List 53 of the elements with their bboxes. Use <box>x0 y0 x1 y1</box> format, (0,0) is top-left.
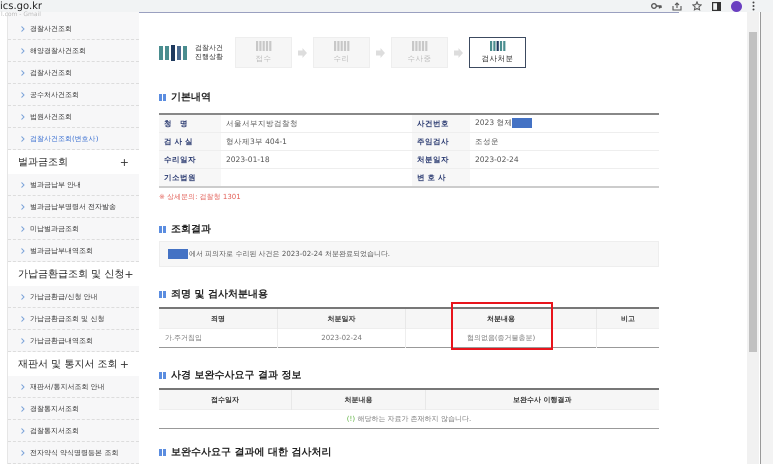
section-heading: 사경 보완수사요구 결과 정보 <box>171 369 302 382</box>
scrollbar[interactable] <box>747 12 759 464</box>
bars-icon <box>334 41 350 51</box>
chevron-icon <box>21 384 25 390</box>
bars-icon <box>490 41 506 51</box>
chevron-icon <box>21 226 25 232</box>
share-icon[interactable] <box>672 2 682 10</box>
avatar-icon[interactable] <box>731 0 742 12</box>
sidebar-group-header[interactable]: 재판서 및 통지서 조회 + <box>8 352 139 376</box>
heading-icon <box>159 448 166 456</box>
chevron-icon <box>21 450 25 456</box>
group-title: 벌과금조회 <box>18 156 68 169</box>
chevron-icon <box>21 26 25 32</box>
heading-icon <box>159 226 166 232</box>
heading-icon <box>159 290 166 298</box>
sidebar-group-header[interactable]: 벌과금조회 + <box>8 150 139 174</box>
chevron-icon <box>21 406 25 412</box>
chevron-icon <box>21 248 25 254</box>
group-title: 재판서 및 통지서 조회 <box>18 358 118 371</box>
chevron-icon <box>21 70 25 76</box>
section-heading: 보완수사요구 결과에 대한 검사처리 <box>171 446 332 459</box>
bars-icon <box>256 41 272 51</box>
section-heading: 기본내역 <box>171 91 211 104</box>
arrow-icon <box>298 48 307 58</box>
sidebar-group-header[interactable]: 가납금환급조회 및 신청+ <box>8 262 139 286</box>
heading-icon <box>159 94 166 100</box>
arrow-icon <box>376 48 385 58</box>
chevron-icon <box>21 182 25 188</box>
key-icon[interactable] <box>651 2 662 10</box>
chevron-icon <box>21 92 25 98</box>
expand-toggle[interactable]: + <box>120 156 129 168</box>
chevron-icon <box>21 114 25 120</box>
chevron-icon <box>21 204 25 210</box>
section-heading: 죄명 및 검사처분내용 <box>171 288 268 301</box>
bars-logo-icon <box>159 44 189 60</box>
chevron-icon <box>21 316 25 322</box>
chevron-icon <box>21 428 25 434</box>
expand-toggle[interactable]: + <box>120 358 129 370</box>
bars-icon <box>412 41 428 51</box>
heading-icon <box>159 372 166 378</box>
section-heading: 조회결과 <box>171 223 211 236</box>
arrow-icon <box>454 48 463 58</box>
group-title: 가납금환급조회 및 신청 <box>18 268 124 281</box>
address-text[interactable]: ics.go.kr <box>0 0 42 12</box>
chevron-icon <box>21 48 25 54</box>
chevron-icon <box>21 136 25 142</box>
expand-toggle[interactable]: + <box>124 268 134 280</box>
chevron-icon <box>21 338 25 344</box>
star-icon[interactable] <box>692 1 702 11</box>
menu-icon[interactable] <box>752 1 755 11</box>
side-panel-icon[interactable] <box>712 2 721 10</box>
chevron-icon <box>21 294 25 300</box>
scroll-thumb[interactable] <box>749 32 757 352</box>
